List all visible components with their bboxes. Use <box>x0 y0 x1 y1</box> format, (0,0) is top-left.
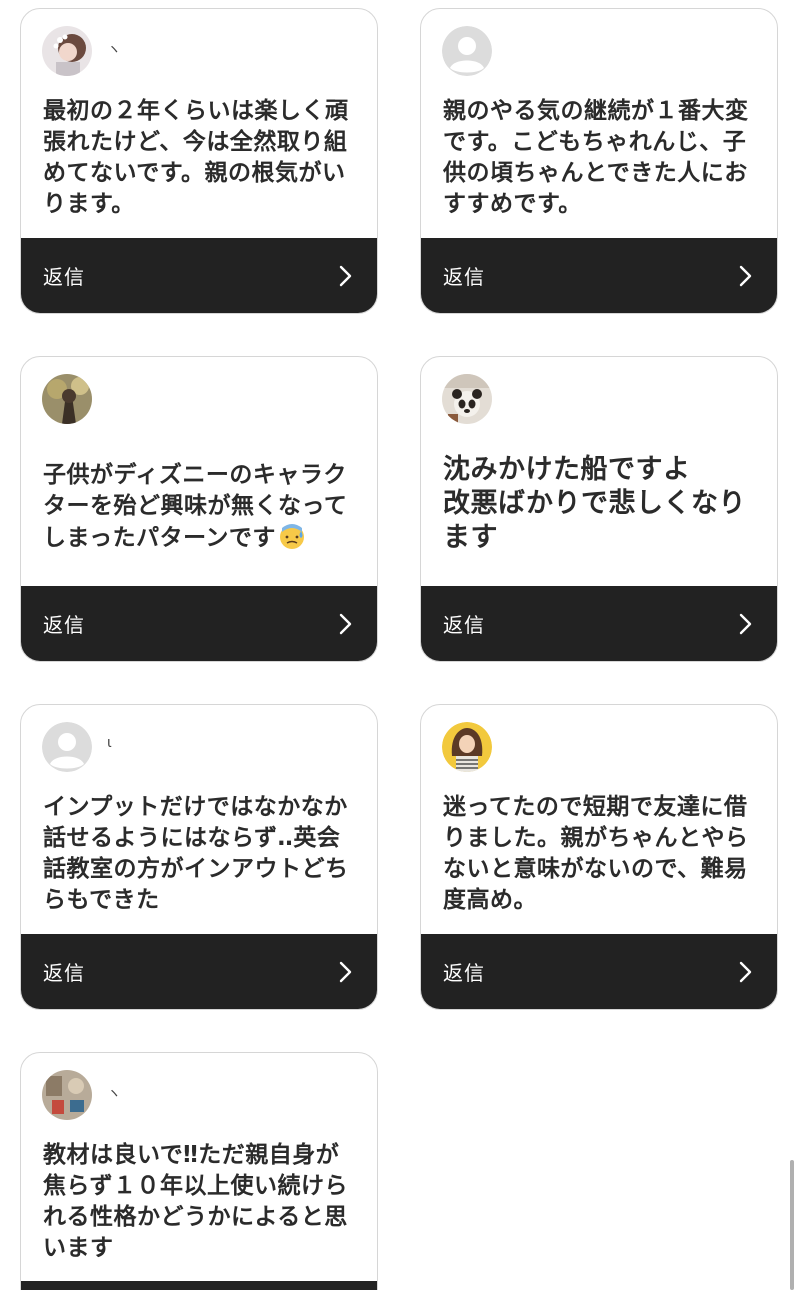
photo-avatar-girl-icon <box>42 26 92 76</box>
comment-card: ヽ 教材は良いで‼ただ親自身が 焦らず１０年以上使い続けら れる性格かどうかによ… <box>20 1052 378 1290</box>
user-avatar[interactable] <box>442 26 492 76</box>
reply-button[interactable]: 返信 <box>21 238 377 313</box>
user-avatar[interactable] <box>42 374 92 424</box>
user-avatar[interactable] <box>442 374 492 424</box>
comment-card: ヽ 最初の２年くらいは楽しく頑 張れたけど、今は全然取り組 めてないです。親の根… <box>20 8 378 314</box>
comment-grid: ヽ 最初の２年くらいは楽しく頑 張れたけど、今は全然取り組 めてないです。親の根… <box>0 0 800 1290</box>
comment-card: 子供がディズニーのキャラク ターを殆ど興味が無くなって しまったパターンです 返… <box>20 356 378 662</box>
chevron-right-icon <box>735 960 755 984</box>
photo-avatar-items-icon <box>42 1070 92 1120</box>
chevron-right-icon <box>335 264 355 288</box>
default-user-icon <box>42 722 92 772</box>
scrollbar[interactable] <box>790 1160 794 1290</box>
photo-avatar-tree-icon <box>42 374 92 424</box>
user-avatar[interactable] <box>42 722 92 772</box>
chevron-right-icon <box>735 612 755 636</box>
chevron-right-icon <box>335 960 355 984</box>
photo-avatar-panda-icon <box>442 374 492 424</box>
comment-text: 親のやる気の継続が１番大変 です。こどもちゃれんじ、子 供の頃ちゃんとできた人に… <box>443 98 749 217</box>
chevron-right-icon <box>735 264 755 288</box>
photo-avatar-woman-icon <box>442 722 492 772</box>
reply-label: 返信 <box>43 613 85 637</box>
username: ヽ <box>107 42 121 58</box>
chevron-right-icon <box>335 612 355 636</box>
reply-button[interactable]: 返信 <box>421 934 777 1009</box>
reply-button[interactable]: 返信 <box>421 238 777 313</box>
comment-card: 迷ってたので短期で友達に借 りました。親がちゃんとやら ないと意味がないので、難… <box>420 704 778 1010</box>
sweat-face-emoji-icon <box>279 524 304 549</box>
user-avatar[interactable] <box>42 1070 92 1120</box>
comment-card: 沈みかけた船ですよ 改悪ばかりで悲しくなり ます 返信 <box>420 356 778 662</box>
reply-label: 返信 <box>43 961 85 985</box>
comment-text: インプットだけではなかなか 話せるようにはならず‥英会 話教室の方がインアウトど… <box>43 794 349 913</box>
comment-card: ι インプットだけではなかなか 話せるようにはならず‥英会 話教室の方がインアウ… <box>20 704 378 1010</box>
reply-button[interactable]: 返信 <box>21 934 377 1009</box>
username: ι <box>107 735 112 751</box>
reply-button[interactable]: 返信 <box>421 586 777 661</box>
comment-text: 最初の２年くらいは楽しく頑 張れたけど、今は全然取り組 めてないです。親の根気が… <box>43 98 349 217</box>
user-avatar[interactable] <box>42 26 92 76</box>
reply-button[interactable] <box>21 1281 377 1290</box>
reply-label: 返信 <box>43 265 85 289</box>
reply-button[interactable]: 返信 <box>21 586 377 661</box>
username: ヽ <box>107 1086 121 1102</box>
comment-text: 迷ってたので短期で友達に借 りました。親がちゃんとやら ないと意味がないので、難… <box>443 794 749 913</box>
comment-text: 子供がディズニーのキャラク ターを殆ど興味が無くなって しまったパターンです <box>43 460 359 554</box>
default-user-icon <box>442 26 492 76</box>
reply-label: 返信 <box>443 961 485 985</box>
user-avatar[interactable] <box>442 722 492 772</box>
comment-text: 沈みかけた船ですよ 改悪ばかりで悲しくなり ます <box>443 454 747 553</box>
reply-label: 返信 <box>443 265 485 289</box>
comment-card: 親のやる気の継続が１番大変 です。こどもちゃれんじ、子 供の頃ちゃんとできた人に… <box>420 8 778 314</box>
comment-text: 教材は良いで‼ただ親自身が 焦らず１０年以上使い続けら れる性格かどうかによると… <box>43 1142 349 1261</box>
reply-label: 返信 <box>443 613 485 637</box>
